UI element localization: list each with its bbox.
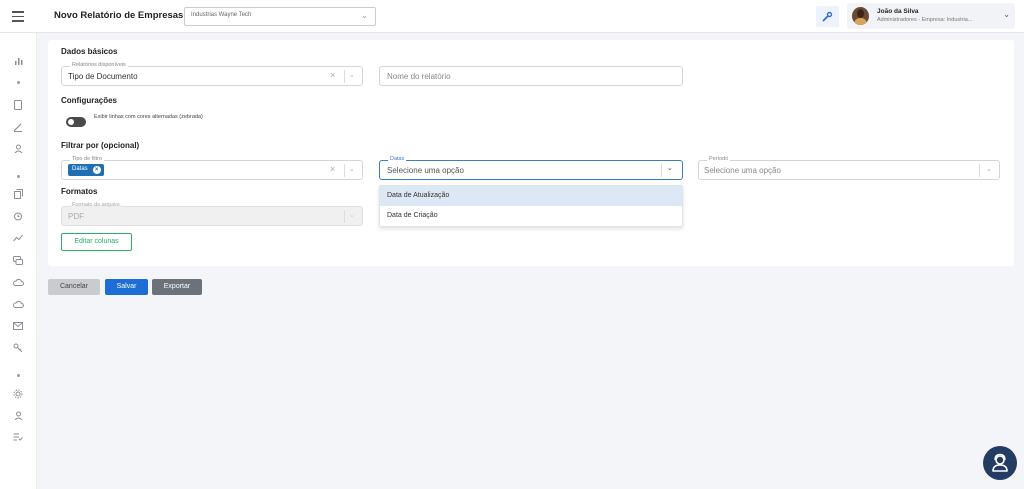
dates-legend: Datas <box>388 156 407 162</box>
clear-icon[interactable]: × <box>330 164 335 174</box>
filter-chip: Datas × <box>68 164 104 176</box>
section-title-filter: Filtrar por (opcional) <box>61 141 140 150</box>
chat-icon[interactable] <box>12 254 24 266</box>
zebra-toggle-label: Exibir linhas com cores alternadas (zebr… <box>94 114 203 120</box>
person-icon[interactable] <box>12 409 24 421</box>
chevron-down-icon: ⌄ <box>361 11 368 20</box>
chevron-down-icon: ⌄ <box>1003 10 1010 19</box>
sidebar-separator <box>17 374 20 377</box>
user-name: João da Silva <box>877 8 919 15</box>
remove-chip-icon[interactable]: × <box>92 166 101 174</box>
report-type-select[interactable]: Relatórios disponíveis Tipo de Documento… <box>61 62 363 86</box>
top-bar: Novo Relatório de Empresas Industrias Wa… <box>0 0 1024 33</box>
hamburger-icon[interactable] <box>12 11 24 22</box>
page-title: Novo Relatório de Empresas <box>54 10 184 21</box>
avatar <box>852 7 869 25</box>
alarm-icon[interactable] <box>12 210 24 222</box>
section-title-formats: Formatos <box>61 187 98 196</box>
file-format-value: PDF <box>68 212 84 221</box>
period-legend: Período <box>707 156 731 162</box>
chevron-down-icon[interactable]: ⌄ <box>349 165 355 173</box>
gear-icon[interactable] <box>12 388 24 400</box>
sidebar <box>0 33 37 489</box>
sidebar-separator <box>17 81 20 84</box>
user-role: Administradores - Empresa: Industria... <box>877 17 973 23</box>
divider <box>661 163 662 177</box>
section-title-basic: Dados básicos <box>61 47 118 56</box>
report-name-input[interactable]: Nome do relatório <box>379 66 683 86</box>
cloud-icon[interactable] <box>12 276 24 288</box>
report-type-value: Tipo de Documento <box>68 72 138 81</box>
pen-icon[interactable] <box>12 121 24 133</box>
divider <box>979 164 980 177</box>
dates-placeholder: Selecione uma opção <box>387 166 464 175</box>
support-icon <box>992 453 1008 472</box>
dropdown-option[interactable]: Data de Atualização <box>380 186 682 206</box>
company-select[interactable]: Industrias Wayne Tech ⌄ <box>184 7 376 26</box>
list-check-icon[interactable] <box>12 431 24 443</box>
period-placeholder: Selecione uma opção <box>704 166 781 175</box>
mail-icon[interactable] <box>12 320 24 332</box>
divider <box>344 210 345 223</box>
cancel-button[interactable]: Cancelar <box>48 279 100 295</box>
report-type-legend: Relatórios disponíveis <box>70 62 128 68</box>
filter-chip-label: Datas <box>72 166 88 172</box>
wrench-icon <box>822 11 833 22</box>
dropdown-option[interactable]: Data de Criação <box>380 206 682 226</box>
section-title-config: Configurações <box>61 96 118 105</box>
chevron-down-icon[interactable]: ⌄ <box>349 71 355 79</box>
trend-icon[interactable] <box>12 232 24 244</box>
chevron-down-icon: ⌄ <box>349 212 355 219</box>
user-menu[interactable]: João da Silva Administradores - Empresa:… <box>847 3 1015 29</box>
company-select-value: Industrias Wayne Tech <box>191 12 252 18</box>
zebra-toggle[interactable] <box>66 117 86 127</box>
chevron-down-icon[interactable]: ⌄ <box>986 165 992 173</box>
save-button[interactable]: Salvar <box>105 279 148 295</box>
report-name-placeholder: Nome do relatório <box>387 72 451 81</box>
divider <box>344 70 345 83</box>
sidebar-separator <box>17 175 20 178</box>
file-format-select: Formato do arquivo PDF ⌄ <box>61 202 363 226</box>
divider <box>344 164 345 177</box>
dates-select[interactable]: Datas Selecione uma opção ⌄ <box>379 156 683 180</box>
help-button[interactable] <box>983 446 1017 480</box>
document-icon[interactable] <box>12 99 24 111</box>
edit-columns-button[interactable]: Editar colunas <box>61 233 132 251</box>
chart-icon[interactable] <box>12 55 24 67</box>
copy-icon[interactable] <box>12 188 24 200</box>
key-icon[interactable] <box>12 342 24 354</box>
user-icon[interactable] <box>12 142 24 154</box>
tools-button[interactable] <box>816 6 839 27</box>
filter-type-legend: Tipo de filtro <box>70 156 105 162</box>
cloud-icon[interactable] <box>12 298 24 310</box>
export-button[interactable]: Exportar <box>152 279 202 295</box>
period-select[interactable]: Período Selecione uma opção ⌄ <box>698 156 1000 180</box>
file-format-legend: Formato do arquivo <box>70 202 122 208</box>
chevron-down-icon[interactable]: ⌄ <box>667 164 673 172</box>
dates-dropdown-menu: Data de Atualização Data de Criação <box>379 185 683 227</box>
filter-type-select[interactable]: Tipo de filtro × ⌄ <box>61 156 363 180</box>
clear-icon[interactable]: × <box>330 70 335 80</box>
